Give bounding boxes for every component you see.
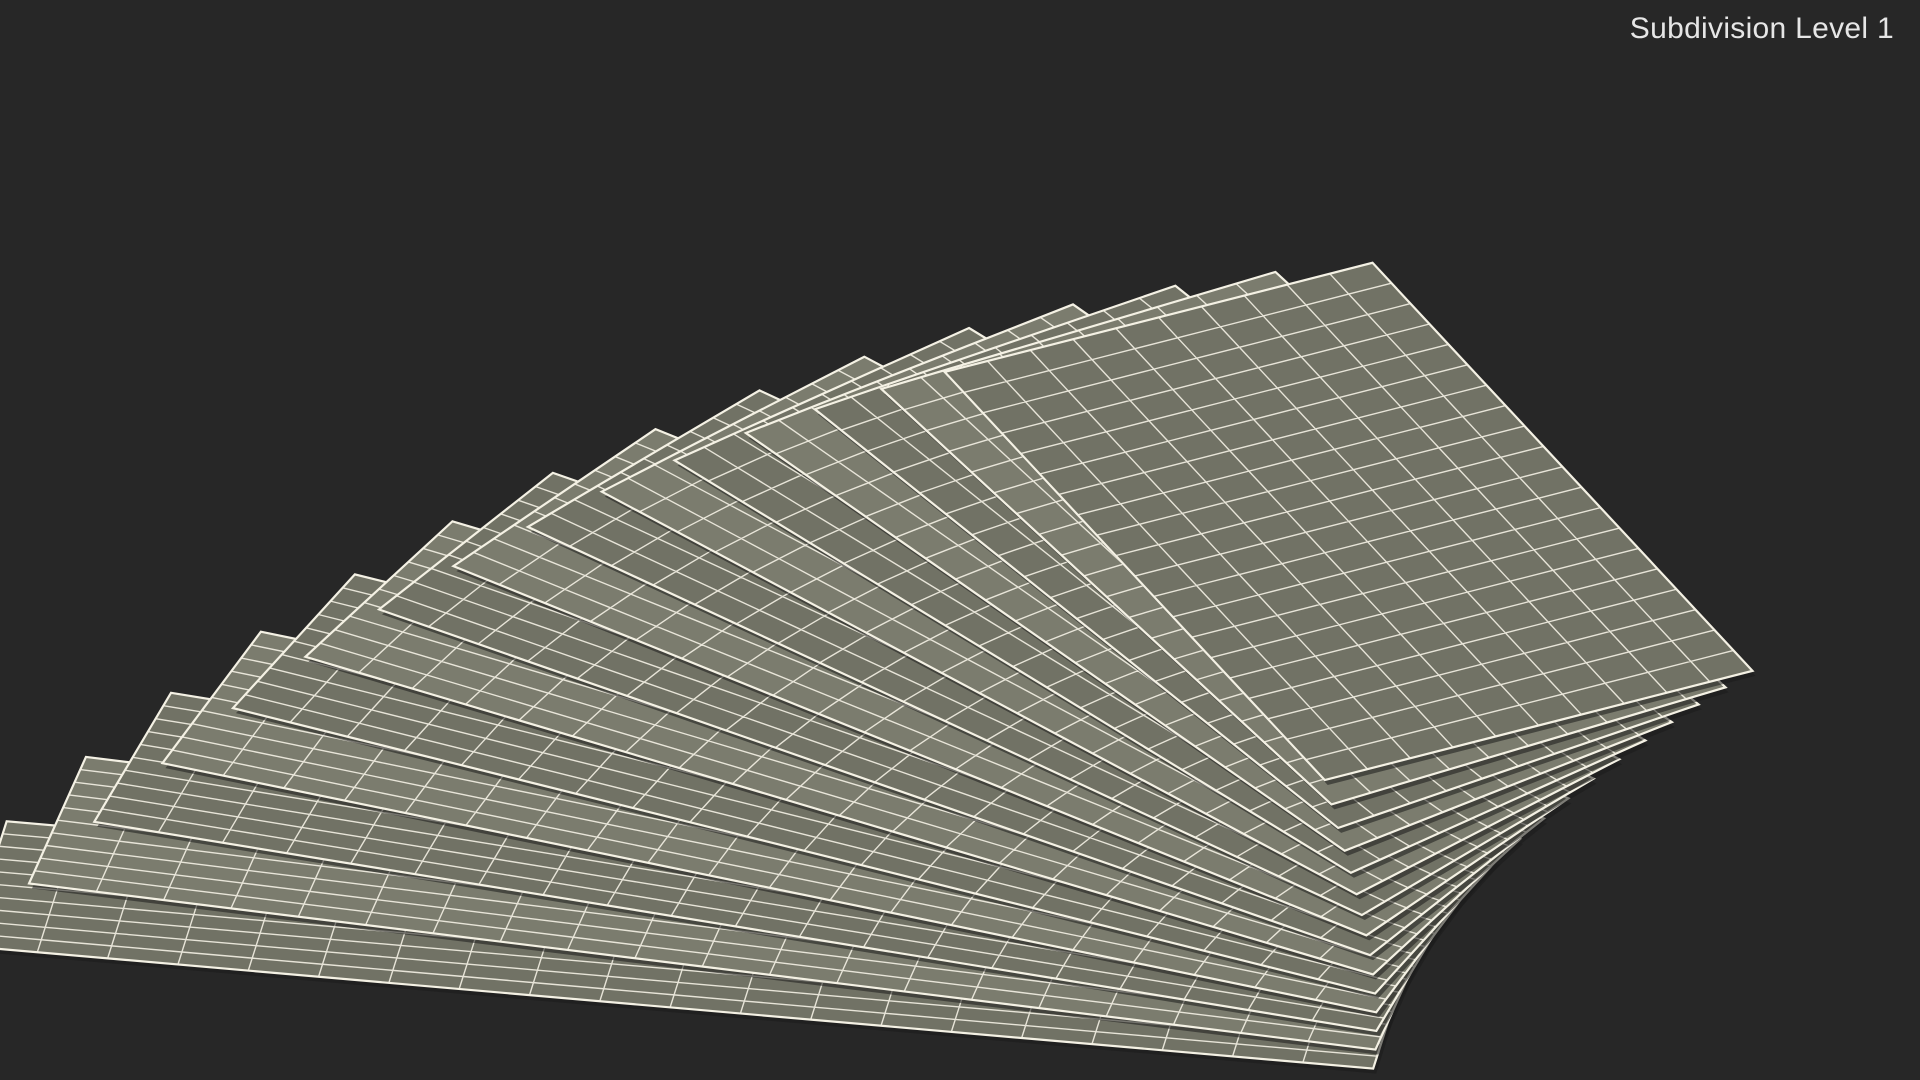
subdivision-level-label: Subdivision Level 1	[1629, 12, 1894, 45]
sheet-stack	[0, 261, 1756, 1074]
render-viewport: Subdivision Level 1	[0, 0, 1920, 1080]
sheet-fan-render	[0, 261, 1756, 1074]
